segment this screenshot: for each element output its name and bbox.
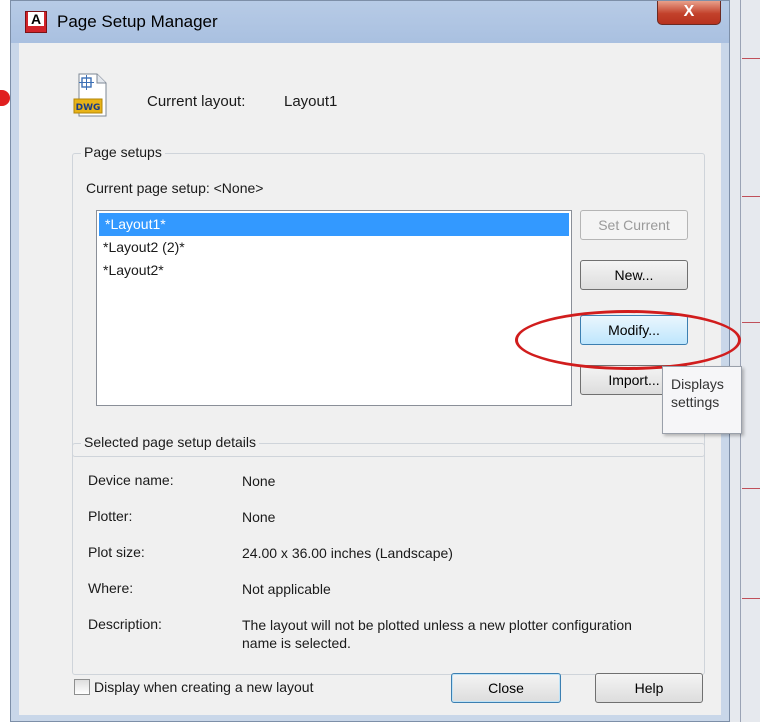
detail-key: Plotter:	[88, 508, 133, 524]
detail-key: Device name:	[88, 472, 174, 488]
page-setup-manager-dialog: A Page Setup Manager X DWG Current layou…	[10, 0, 741, 722]
close-window-button[interactable]: X	[657, 1, 721, 25]
window-title: Page Setup Manager	[57, 12, 218, 31]
display-on-new-layout-checkbox[interactable]	[74, 679, 90, 695]
dwg-file-icon: DWG	[73, 73, 107, 117]
tooltip-line: Displays	[671, 376, 724, 392]
close-button[interactable]: Close	[451, 673, 561, 703]
detail-key: Where:	[88, 580, 134, 596]
modify-tooltip: Displays settings	[662, 366, 742, 434]
list-item[interactable]: *Layout1*	[99, 213, 569, 236]
details-group-title: Selected page setup details	[81, 434, 260, 450]
current-layout-label: Current layout:	[147, 93, 246, 110]
detail-key: Plot size:	[88, 544, 145, 560]
page-setups-group: Page setups Current page setup: <None> *…	[72, 144, 741, 457]
detail-value: 24.00 x 36.00 inches (Landscape)	[242, 545, 453, 561]
help-button[interactable]: Help	[595, 673, 703, 703]
autocad-app-icon: A	[25, 11, 47, 33]
detail-value: None	[242, 509, 276, 525]
page-setups-group-title: Page setups	[81, 144, 165, 160]
new-button[interactable]: New...	[580, 260, 688, 290]
list-item[interactable]: *Layout2 (2)*	[97, 236, 571, 259]
detail-key: Description:	[88, 616, 162, 632]
modify-button[interactable]: Modify...	[580, 315, 688, 345]
detail-value: None	[242, 473, 276, 489]
svg-text:DWG: DWG	[76, 103, 101, 113]
current-page-setup: Current page setup: <None>	[86, 180, 264, 196]
detail-value: Not applicable	[242, 581, 331, 597]
display-on-new-layout-label[interactable]: Display when creating a new layout	[94, 679, 313, 695]
tooltip-line: settings	[671, 394, 720, 410]
detail-value: The layout will not be plotted unless a …	[242, 617, 632, 651]
dialog-client-area: DWG Current layout: Layout1 Page setups …	[19, 43, 741, 715]
title-bar[interactable]: A Page Setup Manager X	[11, 1, 729, 43]
set-current-button[interactable]: Set Current	[580, 210, 688, 240]
details-group: Selected page setup details Device name:…	[72, 434, 705, 675]
current-layout-value: Layout1	[284, 93, 338, 110]
annotation-dot	[0, 90, 10, 106]
list-item[interactable]: *Layout2*	[97, 259, 571, 282]
background-cad-window	[728, 0, 760, 722]
page-setups-list[interactable]: *Layout1* *Layout2 (2)* *Layout2*	[96, 210, 572, 406]
